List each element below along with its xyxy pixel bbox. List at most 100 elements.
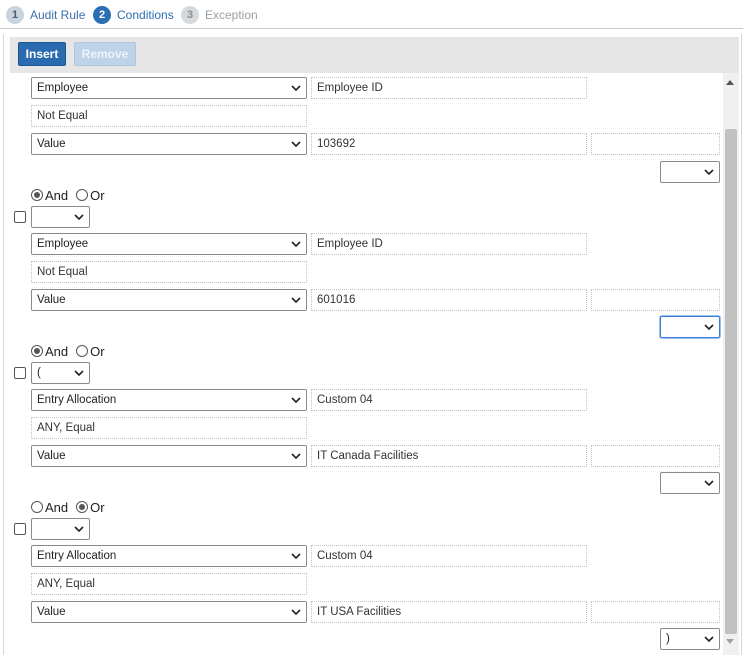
and-label: And <box>45 499 69 515</box>
logic-radio-group: And Or <box>31 186 113 204</box>
second-value-field[interactable] <box>591 133 720 155</box>
value-text: IT Canada Facilities <box>317 450 419 462</box>
second-value-field[interactable] <box>591 601 720 623</box>
chevron-down-icon <box>704 169 714 176</box>
field-name-field[interactable]: Custom 04 <box>311 545 587 567</box>
chevron-down-icon <box>74 526 84 533</box>
step-label: Conditions <box>117 8 174 22</box>
conditions-toolbar: Insert Remove <box>10 37 739 73</box>
field-type-value: Employee <box>37 238 89 250</box>
value-type-select[interactable]: Value <box>31 445 307 467</box>
operator-field[interactable]: ANY, Equal <box>31 573 307 595</box>
field-type-select[interactable]: Employee <box>31 233 307 255</box>
step-conditions[interactable]: 2 Conditions <box>93 6 174 24</box>
or-label: Or <box>90 343 105 359</box>
select-condition-checkbox[interactable] <box>14 367 26 379</box>
scroll-up-arrow-icon[interactable] <box>726 80 734 85</box>
chevron-down-icon <box>291 141 301 148</box>
chevron-down-icon <box>291 397 301 404</box>
or-label: Or <box>90 187 105 203</box>
second-value-field[interactable] <box>591 445 720 467</box>
step-exception[interactable]: 3 Exception <box>181 6 258 24</box>
or-radio[interactable] <box>76 501 89 513</box>
operator-value: ANY, Equal <box>37 578 95 590</box>
and-radio[interactable] <box>31 501 43 513</box>
chevron-down-icon <box>291 553 301 560</box>
step-audit-rule[interactable]: 1 Audit Rule <box>6 6 85 24</box>
select-condition-checkbox[interactable] <box>14 523 26 535</box>
logic-radio-group: And Or <box>31 342 113 360</box>
field-type-value: Entry Allocation <box>37 394 117 406</box>
value-type-select[interactable]: Value <box>31 601 307 623</box>
field-name-value: Employee ID <box>317 82 383 94</box>
operator-field[interactable]: Not Equal <box>31 261 307 283</box>
value-type-select[interactable]: Value <box>31 289 307 311</box>
field-name-value: Employee ID <box>317 238 383 250</box>
value-text: 601016 <box>317 294 356 306</box>
chevron-down-icon <box>291 241 301 248</box>
value-type-value: Value <box>37 138 66 150</box>
close-paren-select[interactable] <box>660 161 720 183</box>
field-type-select[interactable]: Employee <box>31 77 307 99</box>
close-paren-select[interactable]: ) <box>660 628 720 650</box>
operator-field[interactable]: Not Equal <box>31 105 307 127</box>
and-radio[interactable] <box>31 189 43 201</box>
open-paren-select[interactable] <box>31 206 90 228</box>
value-field[interactable]: 103692 <box>311 133 587 155</box>
chevron-down-icon <box>291 297 301 304</box>
close-paren-select[interactable] <box>660 472 720 494</box>
field-name-value: Custom 04 <box>317 394 373 406</box>
value-text: 103692 <box>317 138 356 150</box>
field-name-field[interactable]: Custom 04 <box>311 389 587 411</box>
logic-radio-group: And Or <box>31 498 113 516</box>
chevron-down-icon <box>74 214 84 221</box>
step-number: 3 <box>181 6 199 24</box>
field-type-select[interactable]: Entry Allocation <box>31 389 307 411</box>
field-type-value: Employee <box>37 82 89 94</box>
value-type-select[interactable]: Value <box>31 133 307 155</box>
step-number: 2 <box>93 6 111 24</box>
wizard-steps: 1 Audit Rule 2 Conditions 3 Exception <box>0 0 743 29</box>
step-label: Audit Rule <box>30 8 86 22</box>
vertical-scrollbar[interactable] <box>723 73 739 655</box>
value-field[interactable]: 601016 <box>311 289 587 311</box>
chevron-down-icon <box>704 636 714 643</box>
operator-field[interactable]: ANY, Equal <box>31 417 307 439</box>
remove-button[interactable]: Remove <box>74 42 136 66</box>
and-radio[interactable] <box>31 345 43 357</box>
value-field[interactable]: IT USA Facilities <box>311 601 587 623</box>
operator-value: ANY, Equal <box>37 422 95 434</box>
value-text: IT USA Facilities <box>317 606 402 618</box>
step-label: Exception <box>205 8 258 22</box>
close-paren-value: ) <box>666 633 670 645</box>
step-number: 1 <box>6 6 24 24</box>
field-name-field[interactable]: Employee ID <box>311 77 587 99</box>
second-value-field[interactable] <box>591 289 720 311</box>
open-paren-value: ( <box>37 367 41 379</box>
chevron-down-icon <box>291 85 301 92</box>
value-field[interactable]: IT Canada Facilities <box>311 445 587 467</box>
chevron-down-icon <box>291 453 301 460</box>
value-type-value: Value <box>37 450 66 462</box>
value-type-value: Value <box>37 606 66 618</box>
operator-value: Not Equal <box>37 266 88 278</box>
value-type-value: Value <box>37 294 66 306</box>
and-label: And <box>45 343 69 359</box>
scroll-down-arrow-icon[interactable] <box>726 639 734 644</box>
and-label: And <box>45 187 69 203</box>
insert-button[interactable]: Insert <box>18 42 66 66</box>
open-paren-select[interactable]: ( <box>31 362 90 384</box>
operator-value: Not Equal <box>37 110 88 122</box>
or-radio[interactable] <box>76 189 89 201</box>
chevron-down-icon <box>704 324 714 331</box>
field-name-field[interactable]: Employee ID <box>311 233 587 255</box>
field-type-select[interactable]: Entry Allocation <box>31 545 307 567</box>
scrollbar-thumb[interactable] <box>725 129 737 634</box>
chevron-down-icon <box>291 609 301 616</box>
close-paren-select[interactable] <box>660 316 720 338</box>
or-radio[interactable] <box>76 345 89 357</box>
select-condition-checkbox[interactable] <box>14 211 26 223</box>
field-type-value: Entry Allocation <box>37 550 117 562</box>
open-paren-select[interactable] <box>31 518 90 540</box>
field-name-value: Custom 04 <box>317 550 373 562</box>
